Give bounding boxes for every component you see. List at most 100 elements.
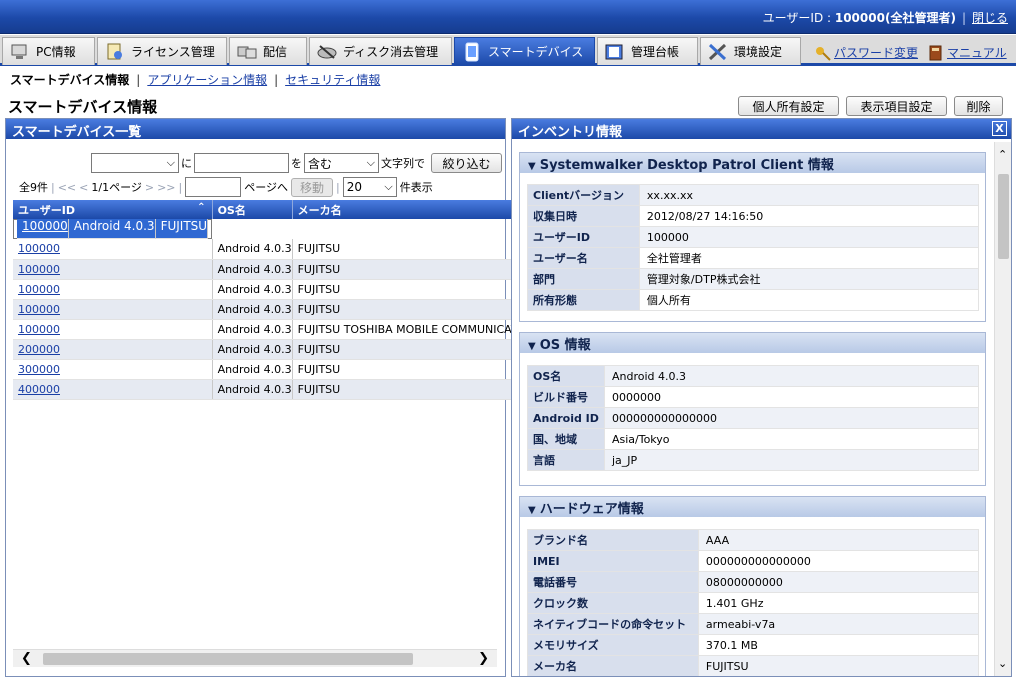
client-info-section: ▼ Systemwalker Desktop Patrol Client 情報 C… [519, 152, 986, 322]
user-id-link[interactable]: 100000 [22, 219, 68, 233]
go-button[interactable]: 移動 [291, 177, 334, 197]
tools-icon [707, 42, 729, 62]
collapse-triangle-icon: ▼ [528, 341, 536, 352]
user-info: ユーザーID : 100000(全社管理者) | 閉じる [762, 11, 1008, 25]
tab-label: 配信 [263, 45, 288, 59]
filter-text-input[interactable] [194, 153, 289, 173]
client-info-table: Clientバージョン xx.xx.xx 収集日時 2012/08/27 14:16… [527, 184, 980, 311]
disk-erase-icon [316, 42, 338, 62]
user-id-link[interactable]: 100000 [18, 263, 60, 276]
scroll-right-icon[interactable]: ❯ [478, 651, 489, 666]
tab-label: 環境設定 [734, 45, 783, 59]
user-id-link[interactable]: 400000 [18, 383, 60, 396]
scroll-up-icon[interactable]: ⌃ [998, 148, 1007, 161]
first-page-button[interactable]: << [58, 181, 76, 194]
section-header[interactable]: ▼ Systemwalker Desktop Patrol Client 情報 [520, 153, 985, 173]
subnav-security-info[interactable]: セキュリティ情報 [285, 73, 380, 87]
per-page-select[interactable]: 20 ⌵ [342, 177, 397, 197]
sub-navigation: スマートデバイス情報 | アプリケーション情報 | セキュリティ情報 [10, 73, 381, 87]
vertical-scrollbar[interactable]: ⌃ ⌄ [994, 142, 1011, 676]
filter-field-select[interactable]: ⌵ [91, 153, 179, 173]
user-id-link[interactable]: 100000 [18, 283, 60, 296]
hardware-info-table: ブランド名 AAA IMEI 000000000000000 電話番号 0800000… [527, 529, 980, 676]
scroll-thumb[interactable] [43, 653, 413, 665]
pc-icon [9, 42, 31, 62]
smartphone-icon [461, 42, 483, 62]
user-id-link[interactable]: 300000 [18, 363, 60, 376]
tab-license[interactable]: ライセンス管理 [97, 37, 227, 65]
delete-button[interactable]: 削除 [954, 96, 1003, 116]
user-id-label: ユーザーID : [762, 11, 835, 25]
close-icon[interactable]: X [992, 121, 1007, 136]
os-info-table: OS名 Android 4.0.3 ビルド番号 0000000 Android ID… [527, 365, 980, 471]
ledger-icon [604, 42, 626, 62]
device-table: ユーザーID ⌃ OS名 メーカ名 100000 Android 4.0.3 FUJI… [13, 200, 546, 400]
chevron-down-icon: ⌵ [166, 156, 175, 169]
filter-row: ⌵ に を 含む ⌵ 文字列で 絞り込む [91, 153, 502, 173]
key-icon [815, 45, 831, 61]
tab-environment[interactable]: 環境設定 [700, 37, 801, 65]
filter-mode-select[interactable]: 含む ⌵ [304, 153, 379, 173]
pager: 全9件 | << < 1/1ページ > >> | ページへ 移動 | 20 ⌵ 件… [19, 177, 433, 197]
user-id-link[interactable]: 200000 [18, 343, 60, 356]
prev-page-button[interactable]: < [79, 181, 88, 194]
main-tab-bar: PC情報 ライセンス管理 配信 ディスク消去管理 スマートデバイス 管理台帳 環… [0, 35, 1016, 66]
column-header-os-name[interactable]: OS名 [212, 200, 293, 219]
sort-icon: ⌃ [197, 201, 206, 213]
tab-pc-info[interactable]: PC情報 [2, 37, 95, 65]
section-header[interactable]: ▼ OS 情報 [520, 333, 985, 353]
filter-button[interactable]: 絞り込む [431, 153, 502, 173]
user-id-link[interactable]: 100000 [18, 303, 60, 316]
table-row[interactable]: 100000 Android 4.0.3 FUJITSU [13, 259, 546, 280]
page-title: スマートデバイス情報 [8, 98, 158, 116]
tab-label: ライセンス管理 [131, 45, 215, 59]
collapse-triangle-icon: ▼ [528, 505, 536, 516]
table-row[interactable]: 100000 Android 4.0.3 FUJITSU TOSHIBA MOBIL… [13, 319, 546, 340]
horizontal-scrollbar[interactable]: ❮ ❯ [13, 649, 497, 667]
table-row[interactable]: 200000 Android 4.0.3 FUJITSU [13, 339, 546, 360]
tab-ledger[interactable]: 管理台帳 [597, 37, 698, 65]
page-number-input[interactable] [185, 177, 242, 197]
tab-smart-device[interactable]: スマートデバイス [454, 37, 595, 65]
table-row[interactable]: 100000 Android 4.0.3 FUJITSU [13, 279, 546, 300]
tab-label: 管理台帳 [631, 45, 680, 59]
next-page-button[interactable]: > [145, 181, 154, 194]
page-info: 1/1ページ [91, 181, 142, 194]
collapse-triangle-icon: ▼ [528, 161, 536, 172]
close-link[interactable]: 閉じる [972, 11, 1008, 25]
chevron-down-icon: ⌵ [366, 156, 375, 169]
column-header-maker[interactable]: メーカ名 [292, 200, 546, 219]
inventory-panel: インベントリ情報 X ▼ Systemwalker Desktop Patrol … [511, 118, 1012, 677]
section-header[interactable]: ▼ ハードウェア情報 [520, 497, 985, 517]
os-info-section: ▼ OS 情報 OS名 Android 4.0.3 ビルド番号 0000000 And… [519, 332, 986, 486]
user-id-link[interactable]: 100000 [18, 323, 60, 336]
scroll-down-icon[interactable]: ⌄ [998, 657, 1007, 670]
table-row[interactable]: 100000 Android 4.0.3 FUJITSU [13, 219, 213, 239]
tab-disk-erase[interactable]: ディスク消去管理 [309, 37, 452, 65]
scroll-left-icon[interactable]: ❮ [21, 651, 32, 666]
scroll-thumb[interactable] [998, 174, 1009, 259]
book-icon [928, 45, 944, 61]
display-items-button[interactable]: 表示項目設定 [846, 96, 947, 116]
manual-link[interactable]: マニュアル [928, 44, 1007, 61]
total-count: 全9件 [19, 181, 48, 194]
subnav-smart-device-info: スマートデバイス情報 [10, 73, 130, 87]
personal-ownership-button[interactable]: 個人所有設定 [738, 96, 839, 116]
device-list-title: スマートデバイス一覧 [6, 119, 505, 140]
table-row[interactable]: 400000 Android 4.0.3 FUJITSU [13, 379, 546, 400]
table-row[interactable]: 100000 Android 4.0.3 FUJITSU [13, 299, 546, 320]
tab-label: スマートデバイス [488, 45, 584, 59]
distribution-icon [236, 42, 258, 62]
user-id-value: 100000(全社管理者) [834, 11, 956, 25]
last-page-button[interactable]: >> [157, 181, 175, 194]
device-list-panel: スマートデバイス一覧 ⌵ に を 含む ⌵ 文字列で 絞り込む 全9件 | << … [5, 118, 546, 677]
subnav-app-info[interactable]: アプリケーション情報 [147, 73, 267, 87]
table-row[interactable]: 100000 Android 4.0.3 FUJITSU [13, 239, 546, 260]
inventory-title: インベントリ情報 X [512, 119, 1011, 140]
column-header-user-id[interactable]: ユーザーID ⌃ [13, 200, 213, 219]
license-icon [104, 42, 126, 62]
password-change-link[interactable]: パスワード変更 [815, 44, 918, 61]
user-id-link[interactable]: 100000 [18, 242, 60, 255]
tab-distribution[interactable]: 配信 [229, 37, 307, 65]
table-row[interactable]: 300000 Android 4.0.3 FUJITSU [13, 359, 546, 380]
